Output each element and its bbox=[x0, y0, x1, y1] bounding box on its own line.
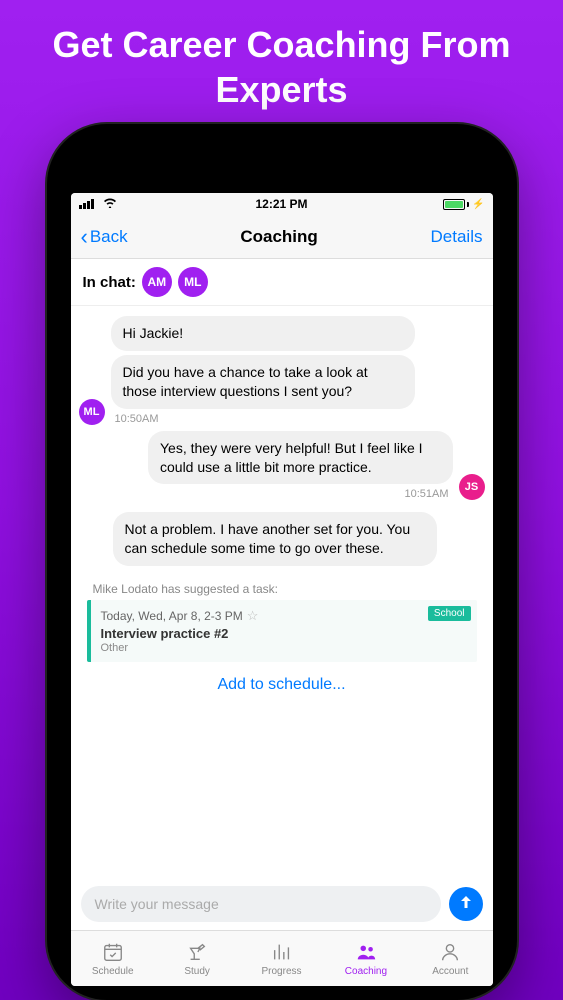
participant-avatar-am[interactable]: AM bbox=[142, 267, 172, 297]
nav-bar: ‹ Back Coaching Details bbox=[71, 215, 493, 259]
page-title: Coaching bbox=[240, 227, 317, 247]
tab-label: Schedule bbox=[92, 966, 134, 977]
chat-area[interactable]: ML Hi Jackie! Did you have a chance to t… bbox=[71, 306, 493, 878]
tab-label: Study bbox=[184, 966, 210, 977]
tab-study[interactable]: Study bbox=[155, 931, 239, 986]
tab-label: Account bbox=[432, 966, 468, 977]
details-button[interactable]: Details bbox=[431, 227, 483, 247]
arrow-up-icon bbox=[458, 894, 474, 915]
task-suggested-label: Mike Lodato has suggested a task: bbox=[93, 582, 485, 596]
chevron-left-icon: ‹ bbox=[81, 224, 88, 250]
status-time: 12:21 PM bbox=[255, 197, 307, 211]
task-time: Today, Wed, Apr 8, 2-3 PM ☆ bbox=[101, 608, 467, 624]
task-title: Interview practice #2 bbox=[101, 626, 467, 641]
avatar-js[interactable]: JS bbox=[459, 474, 485, 500]
tab-bar: Schedule Study Progress bbox=[71, 930, 493, 986]
back-label: Back bbox=[90, 227, 128, 247]
tab-label: Progress bbox=[262, 966, 302, 977]
phone-frame: 12:21 PM ⚡ ‹ Back Coaching Details In ch… bbox=[47, 124, 517, 1000]
send-button[interactable] bbox=[449, 887, 483, 921]
message-timestamp: 10:51AM bbox=[152, 488, 449, 500]
message-input-row: Write your message bbox=[71, 878, 493, 930]
tab-progress[interactable]: Progress bbox=[239, 931, 323, 986]
tab-schedule[interactable]: Schedule bbox=[71, 931, 155, 986]
app-screen: 12:21 PM ⚡ ‹ Back Coaching Details In ch… bbox=[71, 193, 493, 986]
in-chat-label: In chat: bbox=[83, 274, 136, 291]
task-category: Other bbox=[101, 642, 467, 654]
people-icon bbox=[355, 940, 377, 964]
calendar-icon bbox=[102, 940, 124, 964]
task-card[interactable]: School Today, Wed, Apr 8, 2-3 PM ☆ Inter… bbox=[87, 600, 477, 662]
message-bubble: Yes, they were very helpful! But I feel … bbox=[148, 431, 453, 485]
message-bubble: Did you have a chance to take a look at … bbox=[111, 355, 416, 409]
chart-icon bbox=[271, 940, 293, 964]
message-group-incoming: Not a problem. I have another set for yo… bbox=[113, 512, 438, 566]
marketing-headline: Get Career Coaching From Experts bbox=[0, 22, 563, 112]
status-bar: 12:21 PM ⚡ bbox=[71, 193, 493, 215]
tab-coaching[interactable]: Coaching bbox=[324, 931, 408, 986]
in-chat-row: In chat: AM ML bbox=[71, 259, 493, 306]
tab-account[interactable]: Account bbox=[408, 931, 492, 986]
add-to-schedule-button[interactable]: Add to schedule... bbox=[79, 662, 485, 704]
avatar-ml[interactable]: ML bbox=[79, 399, 105, 425]
lamp-icon bbox=[186, 940, 208, 964]
star-icon: ☆ bbox=[247, 608, 259, 624]
participant-avatar-ml[interactable]: ML bbox=[178, 267, 208, 297]
task-badge: School bbox=[428, 606, 471, 621]
phone-bezel: 12:21 PM ⚡ ‹ Back Coaching Details In ch… bbox=[61, 138, 503, 986]
tab-label: Coaching bbox=[345, 966, 387, 977]
person-icon bbox=[439, 940, 461, 964]
battery-icon: ⚡ bbox=[443, 199, 484, 210]
message-timestamp: 10:50AM bbox=[115, 413, 416, 425]
message-group-outgoing: JS Yes, they were very helpful! But I fe… bbox=[79, 431, 485, 501]
message-input[interactable]: Write your message bbox=[81, 886, 441, 922]
message-group-incoming: ML Hi Jackie! Did you have a chance to t… bbox=[79, 316, 485, 425]
signal-icon bbox=[79, 199, 94, 209]
wifi-icon bbox=[103, 197, 117, 211]
message-bubble: Not a problem. I have another set for yo… bbox=[113, 512, 438, 566]
message-bubble: Hi Jackie! bbox=[111, 316, 416, 351]
back-button[interactable]: ‹ Back bbox=[81, 224, 128, 250]
